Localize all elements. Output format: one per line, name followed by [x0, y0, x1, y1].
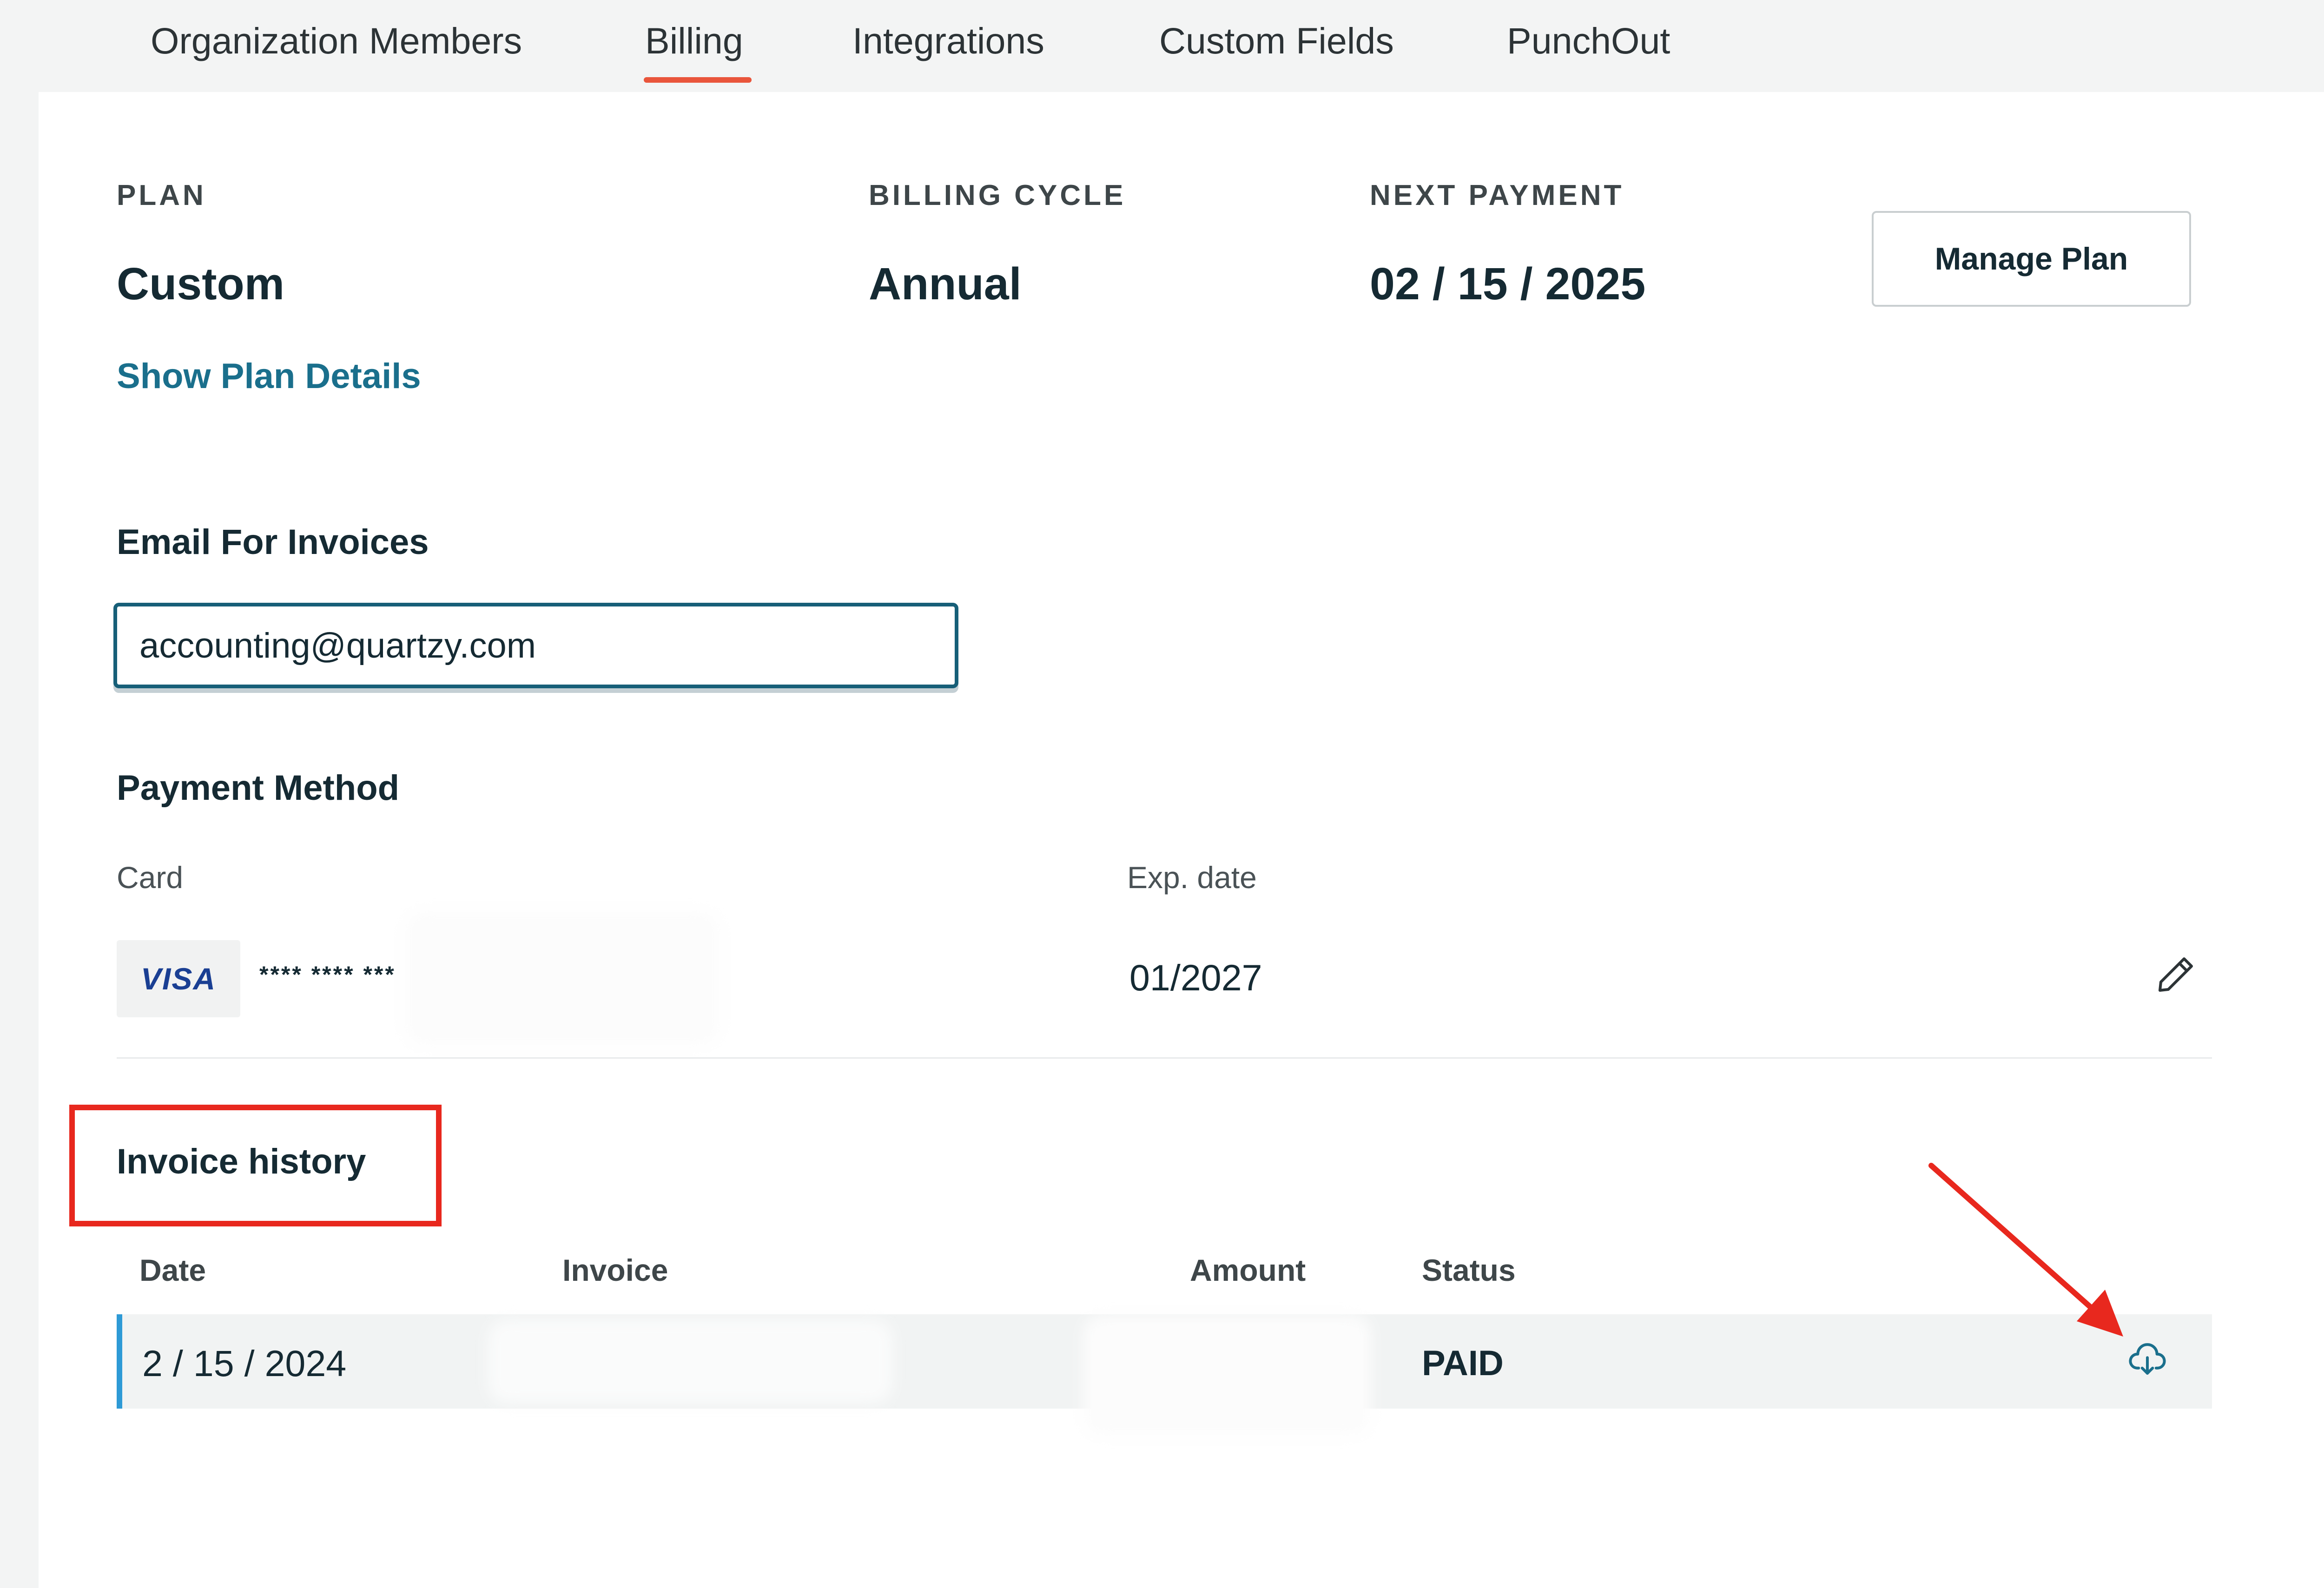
- annotation-arrow: [1928, 1163, 2123, 1337]
